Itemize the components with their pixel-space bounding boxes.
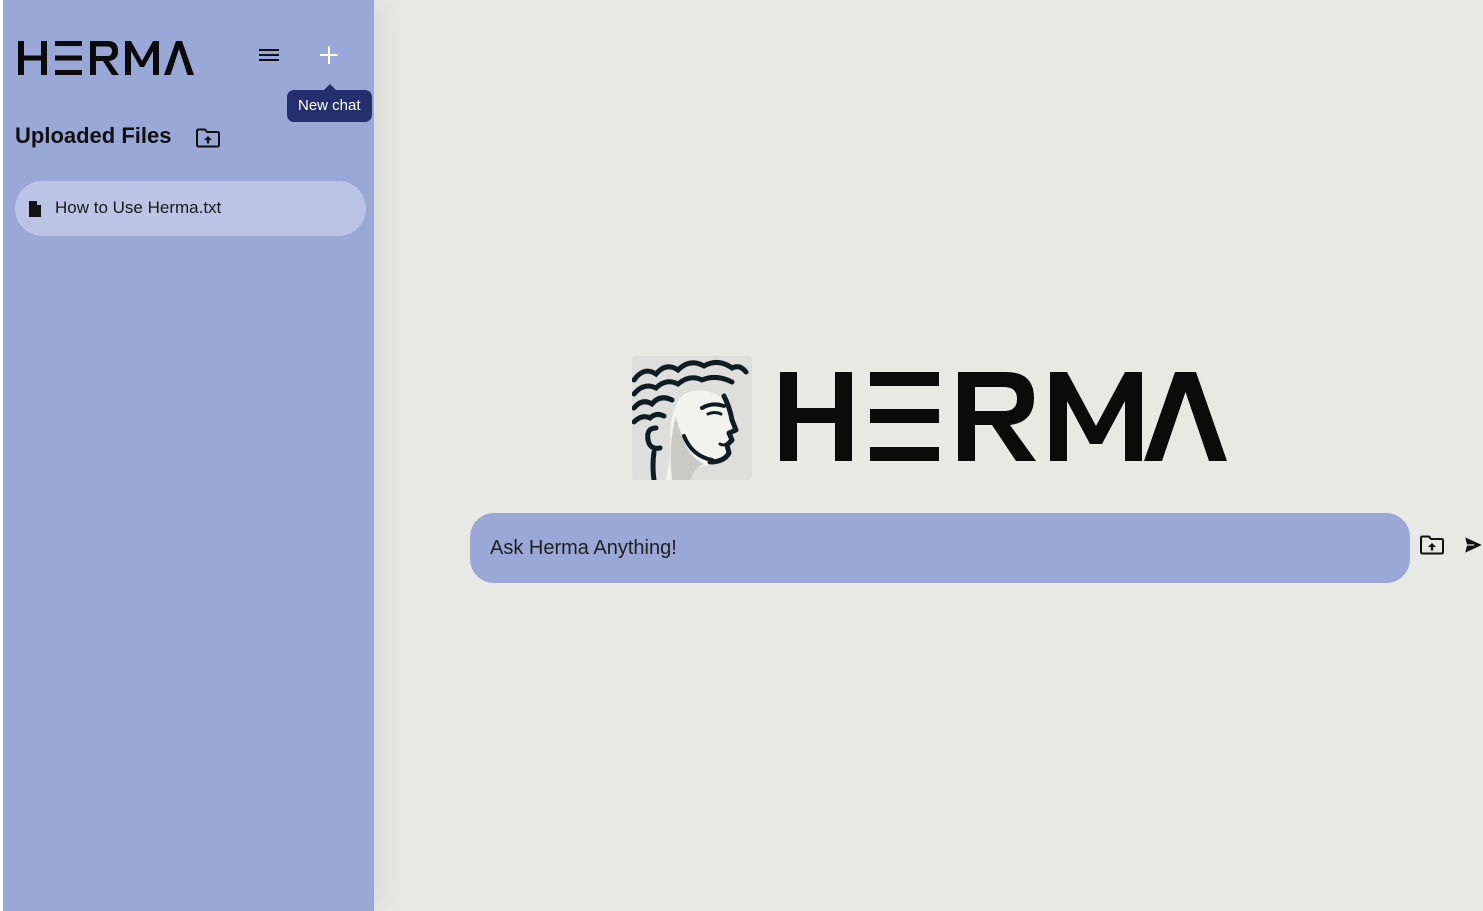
plus-icon [320,46,338,64]
send-icon [1465,537,1482,553]
brand-logo [16,37,196,79]
chat-input[interactable] [470,513,1410,583]
new-chat-button[interactable] [312,38,346,72]
sidebar: New chat Uploaded Files How to Use Herma… [2,0,374,911]
window-edge [0,0,3,911]
file-icon [29,201,41,217]
hero-wordmark [778,370,1230,463]
file-list-item[interactable]: How to Use Herma.txt [15,181,366,236]
uploaded-files-heading: Uploaded Files [15,123,172,148]
hamburger-menu-icon [259,49,279,61]
menu-button[interactable] [252,38,286,72]
new-chat-tooltip: New chat [287,84,372,122]
upload-file-button[interactable] [194,124,222,152]
folder-upload-icon [196,128,220,148]
folder-upload-icon [1420,535,1444,555]
send-button[interactable] [1464,529,1483,561]
attach-file-button[interactable] [1418,531,1446,559]
file-name: How to Use Herma.txt [55,198,222,217]
app-window: New chat Uploaded Files How to Use Herma… [0,0,1483,911]
greek-head-logo [632,356,752,480]
